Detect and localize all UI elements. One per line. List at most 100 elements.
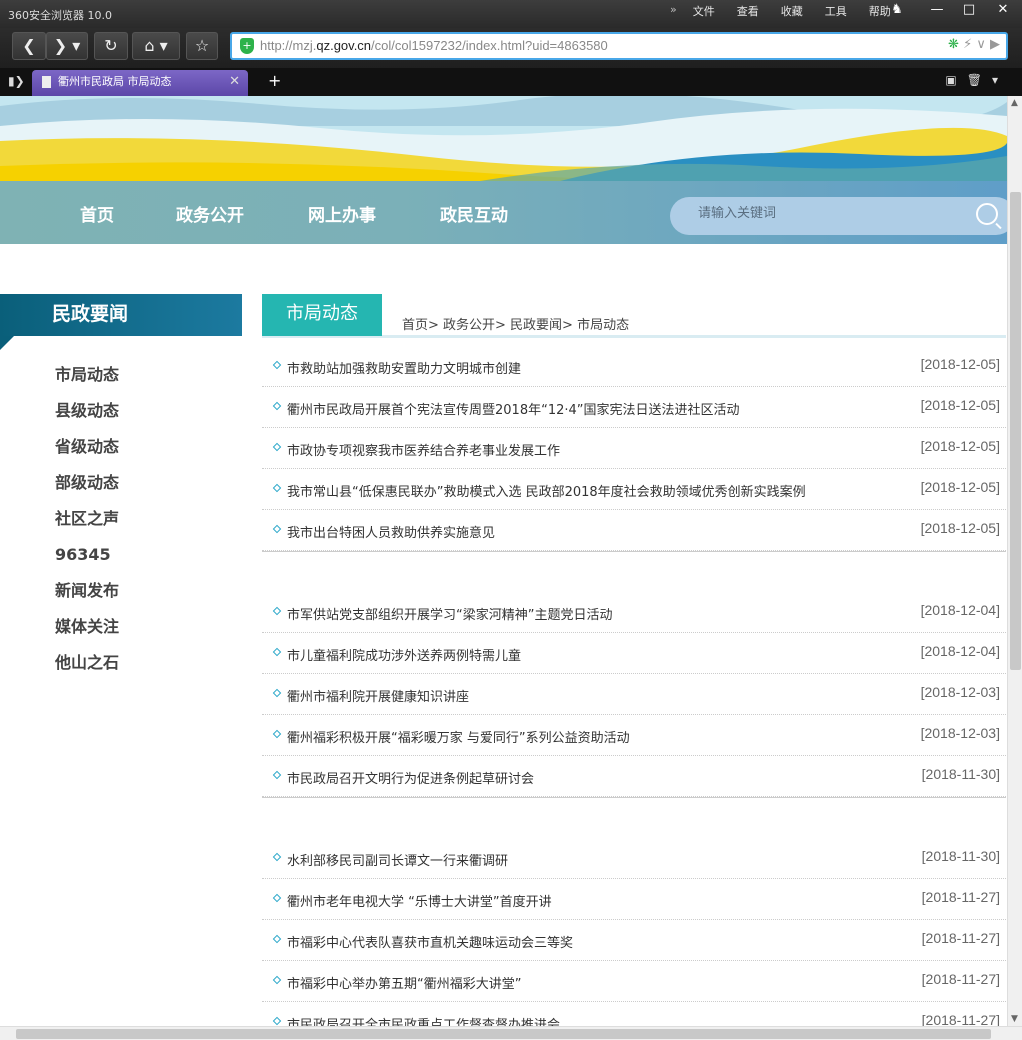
news-title-link[interactable]: 衢州市老年电视大学 “乐博士大讲堂”首度开讲 (287, 891, 552, 910)
nav-home[interactable]: 首页 (80, 201, 114, 226)
news-row[interactable]: 衢州市老年电视大学 “乐博士大讲堂”首度开讲 [2018-11-27] (262, 879, 1006, 920)
news-title-link[interactable]: 我市出台特困人员救助供养实施意见 (287, 522, 495, 541)
minimize-button[interactable]: — (920, 0, 954, 22)
news-row[interactable]: 我市常山县“低保惠民联办”救助模式入选 民政部2018年度社会救助领域优秀创新实… (262, 469, 1006, 510)
search-input[interactable] (698, 206, 958, 221)
news-date: [2018-11-27] (921, 1012, 1000, 1026)
news-group: 水利部移民司副司长谭文一行来衢调研 [2018-11-30] 衢州市老年电视大学 “… (262, 838, 1006, 1026)
sidebar-item-press-release[interactable]: 新闻发布 (55, 578, 119, 614)
search-icon[interactable] (976, 203, 998, 225)
news-list: 市救助站加强救助安置助力文明城市创建 [2018-12-05] 衢州市民政局开展首个… (262, 346, 1006, 1026)
vertical-scrollbar[interactable]: ▲ ▼ (1007, 96, 1022, 1026)
nav-government-affairs[interactable]: 政务公开 (176, 201, 244, 226)
scroll-down-icon[interactable]: ▼ (1011, 1014, 1018, 1024)
news-row[interactable]: 市救助站加强救助安置助力文明城市创建 [2018-12-05] (262, 346, 1006, 387)
news-title-link[interactable]: 衢州市福利院开展健康知识讲座 (287, 686, 469, 705)
news-title-link[interactable]: 市民政局召开全市民政重点工作督查督办推进会 (287, 1014, 560, 1026)
tab-title: 衢州市民政局 市局动态 (58, 75, 172, 88)
browser-menu: » 文件 查看 收藏 工具 帮助 (670, 3, 903, 19)
scroll-up-icon[interactable]: ▲ (1011, 98, 1018, 108)
address-bar[interactable]: + http://mzj.qz.gov.cn/col/col1597232/in… (230, 32, 1008, 60)
sidebar-item-community[interactable]: 社区之声 (55, 506, 119, 542)
speed-mode-icon: ❋ (948, 37, 959, 52)
news-date: [2018-11-30] (921, 766, 1000, 782)
news-title-link[interactable]: 市军供站党支部组织开展学习“梁家河精神”主题党日活动 (287, 604, 612, 623)
sidebar-menu: 市局动态 县级动态 省级动态 部级动态 社区之声 96345 新闻发布 媒体关注… (55, 362, 119, 686)
news-row[interactable]: 市政协专项视察我市医养结合养老事业发展工作 [2018-12-05] (262, 428, 1006, 469)
url-text[interactable]: http://mzj.qz.gov.cn/col/col1597232/inde… (260, 38, 608, 53)
bullet-diamond-icon (272, 729, 282, 739)
menu-favorites[interactable]: 收藏 (771, 3, 815, 19)
news-row[interactable]: 市福彩中心代表队喜获市直机关趣味运动会三等奖 [2018-11-27] (262, 920, 1006, 961)
sidebar-item-county-news[interactable]: 县级动态 (55, 398, 119, 434)
news-date: [2018-11-27] (921, 971, 1000, 987)
nav-online-services[interactable]: 网上办事 (308, 201, 376, 226)
close-window-button[interactable]: ✕ (986, 0, 1020, 22)
tab-close-icon[interactable]: ✕ (229, 70, 240, 94)
news-title-link[interactable]: 我市常山县“低保惠民联办”救助模式入选 民政部2018年度社会救助领域优秀创新实… (287, 481, 806, 500)
news-title-link[interactable]: 衢州福彩积极开展“福彩暖万家 与爱同行”系列公益资助活动 (287, 727, 630, 746)
refresh-icon[interactable]: ↻ (94, 32, 128, 60)
page-icon (42, 76, 51, 88)
security-shield-icon: + (240, 38, 254, 54)
bullet-diamond-icon (272, 442, 282, 452)
news-date: [2018-12-03] (920, 684, 1000, 700)
sidebar-item-city-news[interactable]: 市局动态 (55, 362, 119, 398)
sidebar-title: 民政要闻 (0, 294, 242, 350)
news-row[interactable]: 衢州市民政局开展首个宪法宣传周暨2018年“12·4”国家宪法日送法进社区活动 [… (262, 387, 1006, 428)
news-title-link[interactable]: 市儿童福利院成功涉外送养两例特需儿童 (287, 645, 521, 664)
forward-button[interactable]: ❯ ▾ (46, 32, 88, 60)
news-title-link[interactable]: 水利部移民司副司长谭文一行来衢调研 (287, 850, 508, 869)
bookmark-star-icon[interactable]: ☆ (186, 32, 218, 60)
browser-titlebar: 360安全浏览器 10.0 » 文件 查看 收藏 工具 帮助 ♞ — □ ✕ (0, 0, 1022, 28)
sidebar-item-province-news[interactable]: 省级动态 (55, 434, 119, 470)
skin-icon[interactable]: ♞ (880, 0, 914, 22)
news-row[interactable]: 水利部移民司副司长谭文一行来衢调研 [2018-11-30] (262, 838, 1006, 879)
news-title-link[interactable]: 市政协专项视察我市医养结合养老事业发展工作 (287, 440, 560, 459)
nav-interaction[interactable]: 政民互动 (440, 201, 508, 226)
news-date: [2018-12-05] (920, 438, 1000, 454)
home-button[interactable]: ⌂ ▾ (132, 32, 180, 60)
sidebar-item-96345[interactable]: 96345 (55, 542, 119, 578)
sidebar-item-media[interactable]: 媒体关注 (55, 614, 119, 650)
news-title-link[interactable]: 市福彩中心举办第五期“衢州福彩大讲堂” (287, 973, 521, 992)
menu-file[interactable]: 文件 (683, 3, 727, 19)
horizontal-scrollbar[interactable] (0, 1026, 1022, 1040)
news-title-link[interactable]: 市福彩中心代表队喜获市直机关趣味运动会三等奖 (287, 932, 573, 951)
news-date: [2018-11-30] (921, 848, 1000, 864)
menu-expand-icon[interactable]: » (670, 3, 683, 19)
bullet-diamond-icon (272, 934, 282, 944)
vertical-scroll-thumb[interactable] (1010, 192, 1021, 670)
news-row[interactable]: 市福彩中心举办第五期“衢州福彩大讲堂” [2018-11-27] (262, 961, 1006, 1002)
news-row[interactable]: 衢州市福利院开展健康知识讲座 [2018-12-03] (262, 674, 1006, 715)
sidebar-toggle-icon[interactable]: ▮❯ (8, 74, 25, 88)
news-row[interactable]: 市民政局召开文明行为促进条例起草研讨会 [2018-11-30] (262, 756, 1006, 797)
maximize-button[interactable]: □ (952, 0, 986, 22)
menu-tools[interactable]: 工具 (815, 3, 859, 19)
news-row[interactable]: 市民政局召开全市民政重点工作督查督办推进会 [2018-11-27] (262, 1002, 1006, 1026)
news-date: [2018-11-27] (921, 889, 1000, 905)
address-tools[interactable]: ❋ ⚡ ∨ ▶ (948, 37, 1000, 52)
news-date: [2018-12-05] (920, 397, 1000, 413)
news-date: [2018-12-05] (920, 479, 1000, 495)
back-button[interactable]: ❮ (12, 32, 46, 60)
bullet-diamond-icon (272, 688, 282, 698)
column-header: 市局动态 首页> 政务公开> 民政要闻> 市局动态 (262, 294, 1006, 338)
news-title-link[interactable]: 衢州市民政局开展首个宪法宣传周暨2018年“12·4”国家宪法日送法进社区活动 (287, 399, 740, 418)
menu-view[interactable]: 查看 (727, 3, 771, 19)
sidebar-item-others[interactable]: 他山之石 (55, 650, 119, 686)
tab-active[interactable]: 衢州市民政局 市局动态 ✕ (32, 70, 248, 96)
news-row[interactable]: 市军供站党支部组织开展学习“梁家河精神”主题党日活动 [2018-12-04] (262, 592, 1006, 633)
news-title-link[interactable]: 市救助站加强救助安置助力文明城市创建 (287, 358, 521, 377)
news-row[interactable]: 市儿童福利院成功涉外送养两例特需儿童 [2018-12-04] (262, 633, 1006, 674)
tab-tools[interactable]: ▣🗑▾ (945, 73, 1008, 87)
new-tab-button[interactable]: + (268, 71, 281, 90)
breadcrumb[interactable]: 首页> 政务公开> 民政要闻> 市局动态 (402, 314, 629, 333)
sidebar-item-ministry-news[interactable]: 部级动态 (55, 470, 119, 506)
horizontal-scroll-thumb[interactable] (16, 1029, 991, 1039)
news-row[interactable]: 我市出台特困人员救助供养实施意见 [2018-12-05] (262, 510, 1006, 551)
bullet-diamond-icon (272, 606, 282, 616)
news-group: 市救助站加强救助安置助力文明城市创建 [2018-12-05] 衢州市民政局开展首个… (262, 346, 1006, 552)
news-row[interactable]: 衢州福彩积极开展“福彩暖万家 与爱同行”系列公益资助活动 [2018-12-03] (262, 715, 1006, 756)
news-title-link[interactable]: 市民政局召开文明行为促进条例起草研讨会 (287, 768, 534, 787)
